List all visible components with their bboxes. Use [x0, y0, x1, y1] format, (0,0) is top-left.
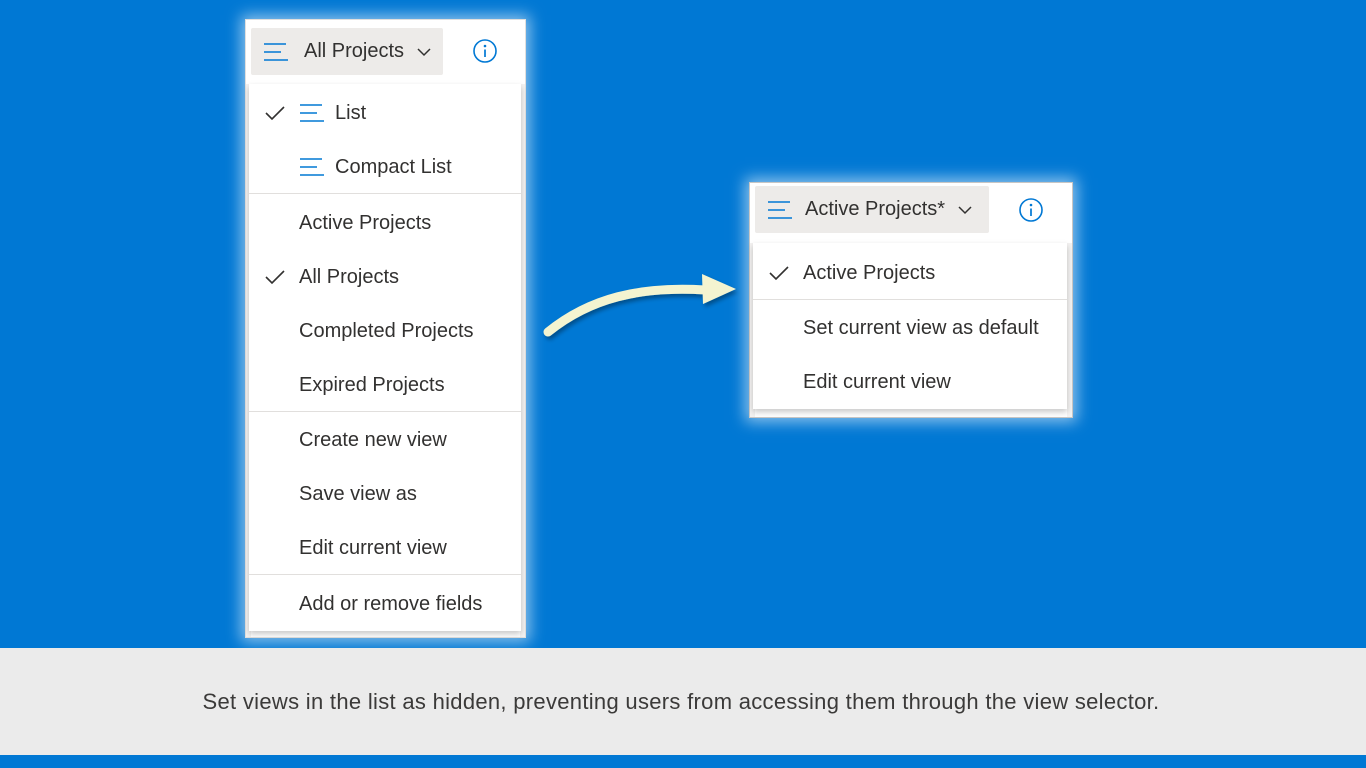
menu-item-completed-projects[interactable]: Completed Projects: [249, 304, 521, 358]
menu-item-label: Compact List: [335, 155, 452, 178]
curved-arrow-icon: [543, 274, 736, 337]
menu-divider: [753, 299, 1067, 300]
menu-item-label: Add or remove fields: [299, 592, 483, 615]
menu-item-add-remove-fields[interactable]: Add or remove fields: [249, 577, 521, 631]
view-selector-button[interactable]: Active Projects*: [755, 186, 989, 233]
menu-item-label: Edit current view: [299, 536, 447, 559]
menu-item-all-projects[interactable]: All Projects: [249, 250, 521, 304]
view-selector-label: All Projects: [304, 40, 405, 62]
menu-item-label: Active Projects: [803, 261, 936, 284]
caption-bar: Set views in the list as hidden, prevent…: [0, 648, 1366, 755]
list-lines-icon: [300, 158, 324, 176]
view-selector-panel-left: All Projects List Compact List Active Pr…: [245, 19, 526, 638]
menu-item-label: Edit current view: [803, 370, 951, 393]
list-lines-icon: [264, 42, 288, 61]
menu-item-edit-current-view[interactable]: Edit current view: [249, 521, 521, 575]
info-icon[interactable]: [472, 38, 498, 64]
menu-divider: [249, 411, 521, 412]
menu-item-active-projects[interactable]: Active Projects: [249, 196, 521, 250]
panel-gutter-right: [1067, 243, 1072, 417]
info-icon[interactable]: [1018, 197, 1044, 223]
menu-item-label: Expired Projects: [299, 373, 445, 396]
menu-divider: [249, 193, 521, 194]
view-selector-panel-right: Active Projects* Active Projects Set cur…: [749, 182, 1073, 418]
menu-item-label: Active Projects: [299, 211, 432, 234]
view-selector-label: Active Projects*: [805, 198, 946, 220]
menu-item-label: Completed Projects: [299, 319, 474, 342]
view-selector-menu: List Compact List Active Projects All Pr…: [249, 84, 521, 631]
menu-item-label: All Projects: [299, 265, 400, 288]
menu-item-edit-current-view[interactable]: Edit current view: [753, 355, 1067, 409]
checkmark-icon: [769, 266, 789, 281]
menu-item-compact-list[interactable]: Compact List: [249, 140, 521, 194]
menu-item-label: List: [335, 101, 367, 124]
menu-item-list[interactable]: List: [249, 86, 521, 140]
view-selector-button[interactable]: All Projects: [251, 28, 443, 75]
menu-item-label: Set current view as default: [803, 316, 1039, 339]
menu-item-set-default-view[interactable]: Set current view as default: [753, 301, 1067, 355]
list-lines-icon: [768, 200, 792, 219]
menu-item-save-view-as[interactable]: Save view as: [249, 467, 521, 521]
checkmark-icon: [265, 270, 285, 285]
chevron-down-icon: [958, 205, 972, 214]
menu-divider: [249, 574, 521, 575]
list-lines-icon: [300, 104, 324, 122]
menu-item-expired-projects[interactable]: Expired Projects: [249, 358, 521, 412]
view-selector-menu: Active Projects Set current view as defa…: [753, 243, 1067, 409]
caption-text: Set views in the list as hidden, prevent…: [202, 688, 1160, 714]
menu-item-label: Save view as: [299, 482, 417, 505]
checkmark-icon: [265, 106, 285, 121]
command-bar: Active Projects*: [750, 183, 1072, 242]
menu-item-create-new-view[interactable]: Create new view: [249, 413, 521, 467]
menu-item-label: Create new view: [299, 428, 447, 451]
chevron-down-icon: [417, 47, 431, 56]
menu-item-active-projects[interactable]: Active Projects: [753, 246, 1067, 300]
command-bar: All Projects: [246, 20, 525, 83]
